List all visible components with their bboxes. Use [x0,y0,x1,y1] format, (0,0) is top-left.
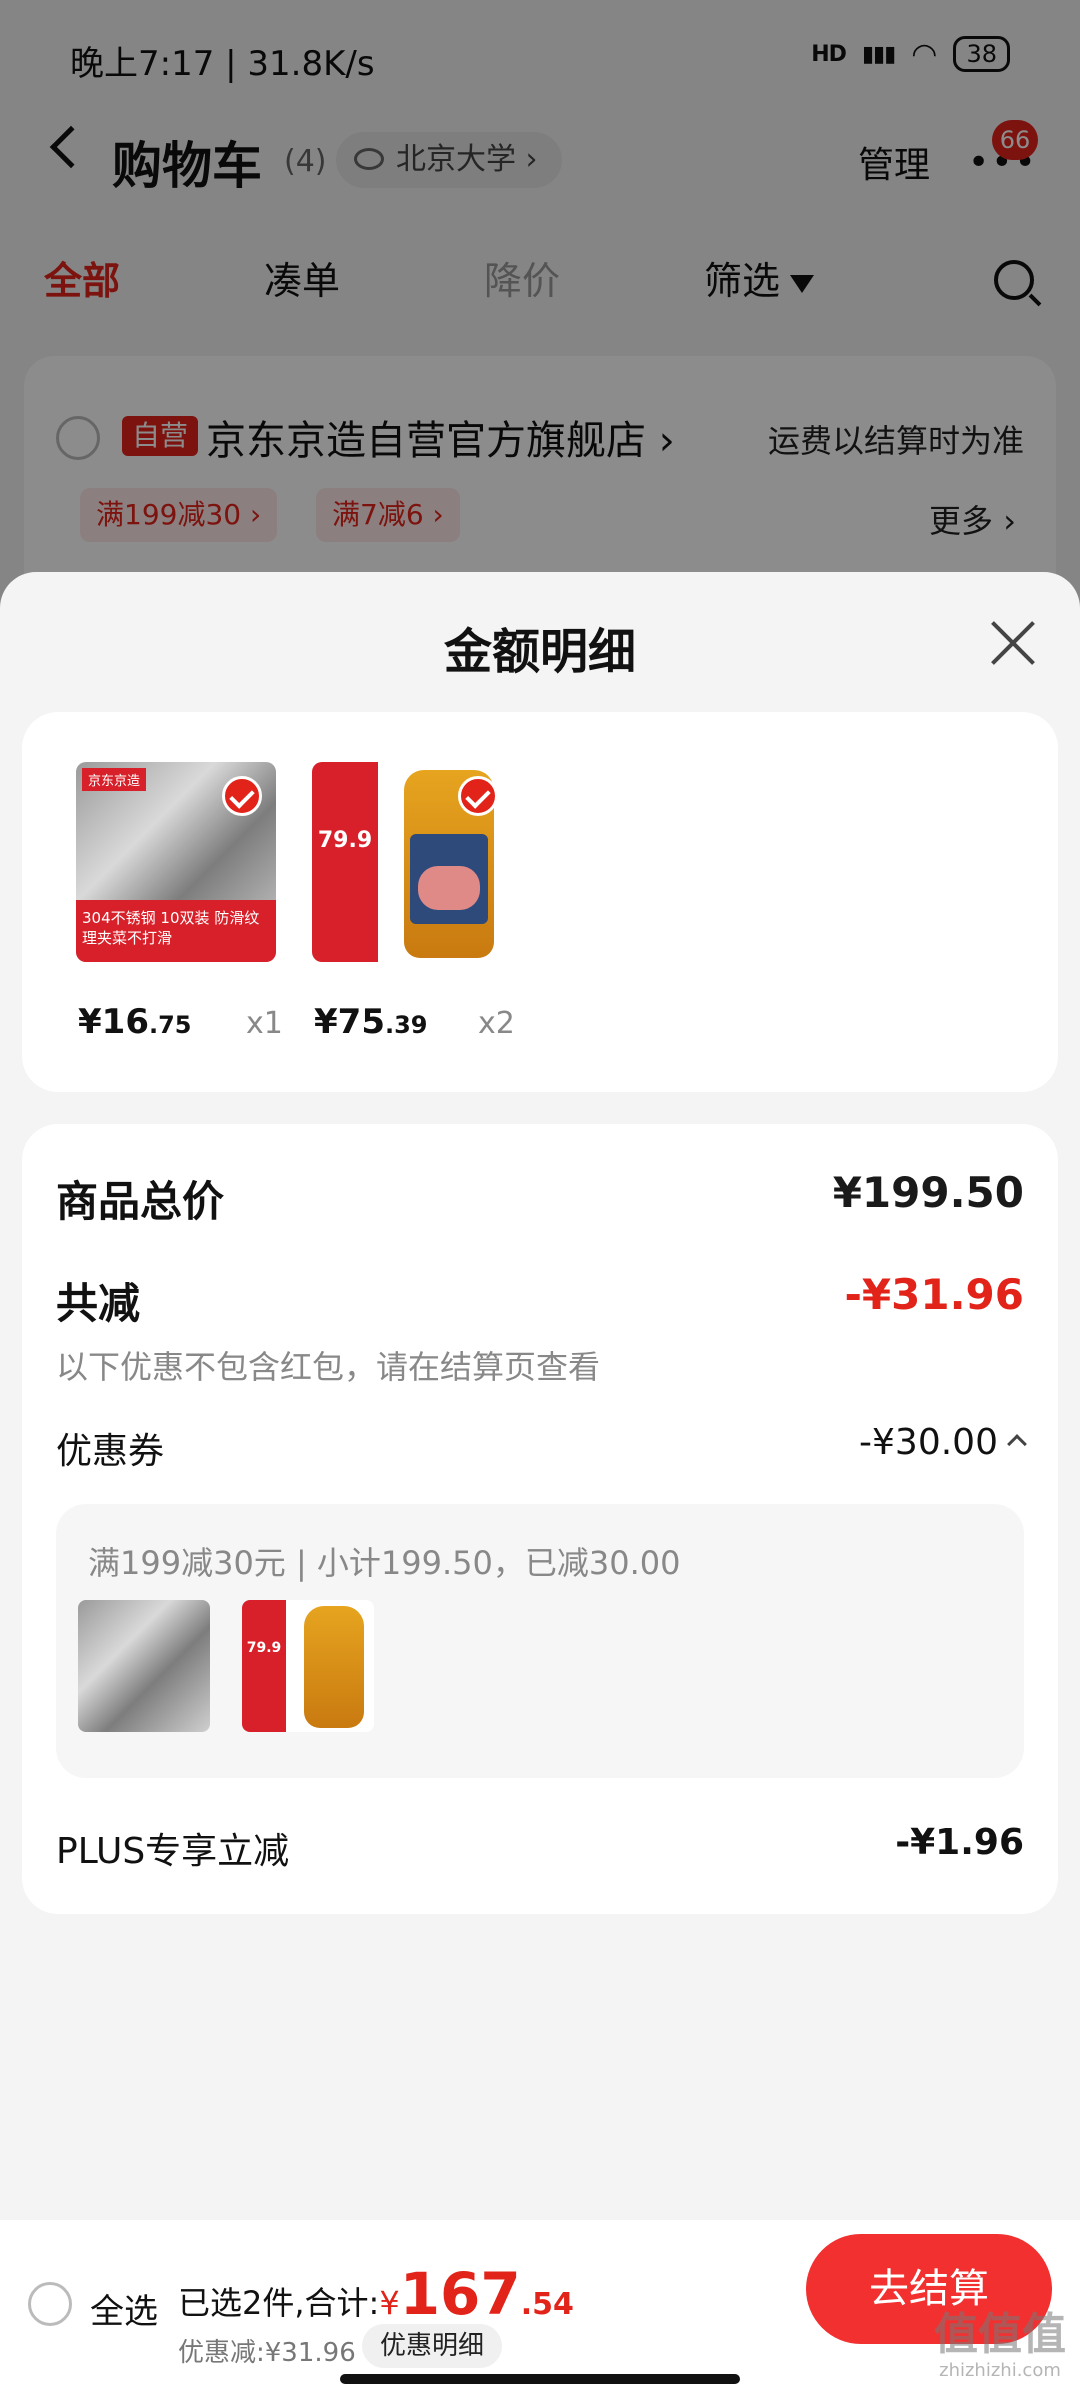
thumb-caption: 304不锈钢 10双装 防滑纹理夹菜不打滑 [76,900,276,962]
item-price: ¥75.39 [314,1002,428,1042]
checked-icon [458,776,498,816]
coupon-detail-text: 满199减30元 | 小计199.50，已减30.00 [88,1544,681,1582]
item-qty: x1 [246,1006,283,1041]
price-breakdown-card: 商品总价 ¥199.50 共减 -¥31.96 以下优惠不包含红包，请在结算页查… [22,1124,1058,1914]
sheet-title: 金额明细 [443,624,636,680]
product-thumbnail: 京东京造 304不锈钢 10双装 防滑纹理夹菜不打滑 [76,762,276,962]
select-all-label[interactable]: 全选 [90,2284,158,2333]
item-qty: x2 [478,1006,515,1041]
product-chopsticks[interactable]: 京东京造 304不锈钢 10双装 防滑纹理夹菜不打滑 [76,762,276,962]
coupon-label: 优惠券 [56,1431,165,1472]
thumb-brand: 京东京造 [82,768,147,791]
item-price-cents: .75 [148,1011,192,1039]
discount-note: 以下优惠不包含红包，请在结算页查看 [56,1348,601,1386]
total-discount-label: 共减 [56,1279,141,1328]
plus-discount-label: PLUS专享立减 [56,1831,290,1872]
chevron-up-icon [1007,1434,1027,1454]
total-cents: .54 [520,2287,574,2322]
item-price-main: ¥16 [78,1002,149,1042]
total-amount: 167 [399,2260,521,2328]
watermark-text: 值值值 [934,2309,1066,2360]
coupon-item-thumbnail: 79.9 [242,1600,374,1732]
goods-total-label: 商品总价 [56,1177,225,1226]
coupon-value: -¥30.00 [859,1422,998,1463]
watermark-sub: zhizhizhi.com [939,2360,1061,2381]
amount-detail-sheet: 金额明细 京东京造 304不锈钢 10双装 防滑纹理夹菜不打滑 ¥16.75 x… [0,572,1080,2220]
product-thumbnail: 79.9 [312,762,512,962]
discount-detail-button[interactable]: 优惠明细 [362,2324,503,2368]
select-all-radio[interactable] [28,2282,72,2326]
total-currency: ¥ [379,2284,400,2322]
item-price-cents: .39 [384,1011,428,1039]
selected-items-card: 京东京造 304不锈钢 10双装 防滑纹理夹菜不打滑 ¥16.75 x1 79.… [22,712,1058,1092]
site-watermark: 值值值 zhizhizhi.com [934,2310,1066,2382]
home-indicator[interactable] [340,2374,740,2384]
selected-summary: 已选2件,合计:¥167.54 [178,2260,574,2328]
goods-total-value: ¥199.50 [832,1168,1024,1217]
coupon-detail-box: 满199减30元 | 小计199.50，已减30.00 79.9 [56,1504,1024,1778]
coupon-toggle[interactable]: -¥30.00 [859,1422,1027,1463]
close-icon[interactable] [990,620,1036,666]
product-peanut-oil[interactable]: 79.9 [312,762,512,962]
discount-summary: 优惠减:¥31.96 [178,2338,356,2368]
checked-icon [222,776,262,816]
thumb-caption: 79.9 [312,762,378,962]
coupon-item-thumbnail [78,1600,210,1732]
checkout-bar: 全选 已选2件,合计:¥167.54 优惠减:¥31.96 优惠明细 去结算 [0,2220,1080,2400]
plus-discount-value: -¥1.96 [895,1822,1024,1863]
item-price: ¥16.75 [78,1002,192,1042]
item-price-main: ¥75 [314,1002,385,1042]
summary-prefix: 已选2件,合计: [178,2284,380,2322]
total-discount-value: -¥31.96 [844,1270,1024,1319]
